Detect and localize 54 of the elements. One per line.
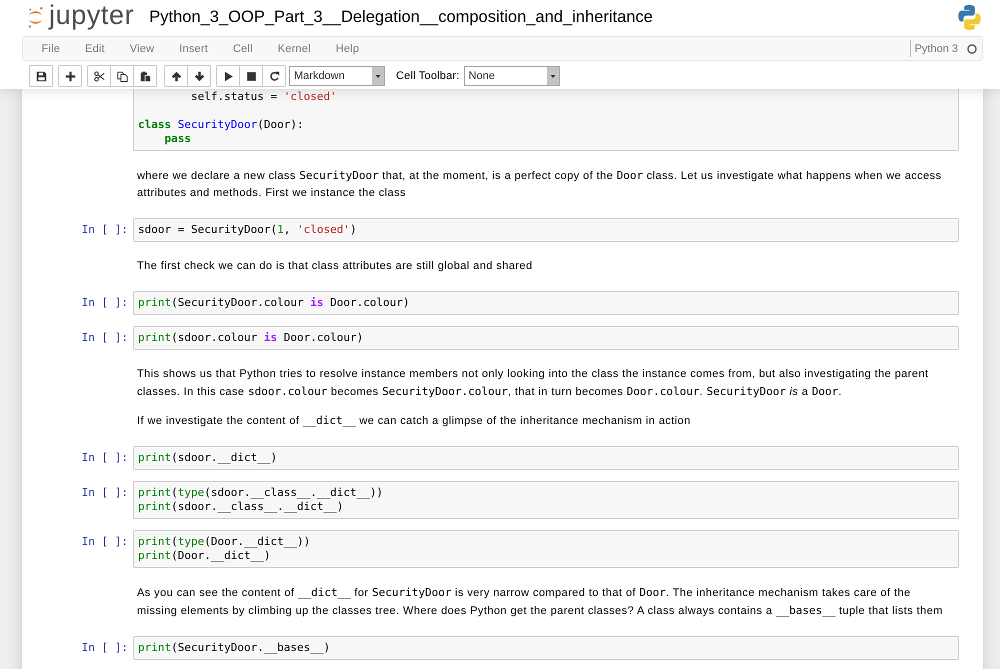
cell-toolbar-label: Cell Toolbar: bbox=[396, 70, 460, 82]
logo-icon bbox=[27, 6, 44, 29]
menu-item[interactable]: Edit bbox=[72, 40, 118, 56]
plus-icon bbox=[64, 70, 76, 82]
paste-button[interactable] bbox=[133, 65, 157, 87]
insert-cell-button[interactable] bbox=[58, 65, 82, 87]
stop-icon bbox=[246, 70, 256, 82]
menu-item[interactable]: Help bbox=[323, 40, 372, 56]
save-button[interactable] bbox=[29, 65, 53, 87]
paragraph: where we declare a new class SecurityDoor that, at the moment, is a perfect copy of the Door class. Let us investigate what happens when we access attributes and methods. First we instance the class bbox=[137, 168, 943, 201]
cell-prompt: In [ ]: bbox=[82, 223, 128, 237]
cell-prompt: In [ ]: bbox=[82, 451, 128, 465]
clipboard-icon bbox=[140, 70, 150, 82]
copy-icon bbox=[116, 70, 128, 82]
cell-prompt: In [ ]: bbox=[82, 641, 128, 655]
arrow-down-icon bbox=[194, 70, 204, 82]
code-editor[interactable]: print(SecurityDoor.colour is Door.colour) bbox=[133, 291, 959, 315]
run-button[interactable] bbox=[216, 65, 240, 87]
menu-item[interactable]: Cell bbox=[220, 40, 266, 56]
play-icon bbox=[222, 70, 234, 82]
logo-text: jupyter bbox=[49, 0, 134, 30]
paragraph: This shows us that Python tries to resolve instance members not only looking into the class the instance comes from, but also investigating the parent classes. In this case sdoor.colour becomes SecurityDoor.colour, that in turn becomes Door.colour. SecurityDoor is a Door. bbox=[137, 367, 930, 400]
move-up-button[interactable] bbox=[164, 65, 188, 87]
cell-prompt: In [ ]: bbox=[82, 296, 128, 310]
arrow-up-icon bbox=[170, 70, 182, 82]
refresh-icon bbox=[268, 70, 280, 82]
code-editor[interactable]: print(type(Door.__dict__)) print(Door.__dict__) bbox=[133, 530, 959, 568]
code-editor[interactable]: sdoor = SecurityDoor(1, 'closed') bbox=[133, 218, 959, 242]
cell-prompt: In [ ]: bbox=[82, 535, 128, 549]
kernel-logo-icon bbox=[958, 5, 981, 30]
code-editor[interactable]: self.status = 'closed' class SecurityDoor(Door): pass bbox=[133, 89, 959, 151]
cell-type-select[interactable]: Markdown bbox=[289, 66, 385, 86]
menu-item[interactable]: View bbox=[117, 40, 167, 56]
menu-item[interactable]: Insert bbox=[166, 40, 220, 56]
kernel-name: Python 3 bbox=[914, 42, 958, 54]
restart-button[interactable] bbox=[262, 65, 286, 87]
cell-prompt: In [ ]: bbox=[82, 486, 128, 500]
paragraph: The first check we can do is that class attributes are still global and shared bbox=[137, 259, 534, 274]
paragraph: If we investigate the content of __dict__ we can catch a glimpse of the inheritance mechanism in action bbox=[137, 413, 692, 429]
cut-button[interactable] bbox=[87, 65, 111, 87]
paragraph: As you can see the content of __dict__ for SecurityDoor is very narrow compared to that of Door. The inheritance mechanism takes care of the missing elements by climbing up the classes tree. Where does Python get the parent classes? A class always contains a __bases__ tuple that lists them bbox=[137, 585, 944, 619]
scissors-icon bbox=[94, 70, 104, 82]
code-editor[interactable]: print(sdoor.colour is Door.colour) bbox=[133, 326, 959, 350]
copy-button[interactable] bbox=[110, 65, 134, 87]
stop-button[interactable] bbox=[239, 65, 263, 87]
code-editor[interactable]: print(type(sdoor.__class__.__dict__)) print(sdoor.__class__.__dict__) bbox=[133, 481, 959, 519]
menu-item[interactable]: File bbox=[29, 40, 73, 56]
menu-item[interactable]: Kernel bbox=[265, 40, 324, 56]
code-editor[interactable]: print(sdoor.__dict__) bbox=[133, 446, 959, 470]
move-down-button[interactable] bbox=[187, 65, 211, 87]
cell-toolbar-select[interactable]: None bbox=[464, 66, 560, 86]
cell-prompt: In [ ]: bbox=[82, 331, 128, 345]
code-editor[interactable]: print(SecurityDoor.__bases__) bbox=[133, 636, 959, 660]
notebook-title[interactable]: Python_3_OOP_Part_3__Delegation__composition_and_inheritance bbox=[149, 8, 653, 27]
